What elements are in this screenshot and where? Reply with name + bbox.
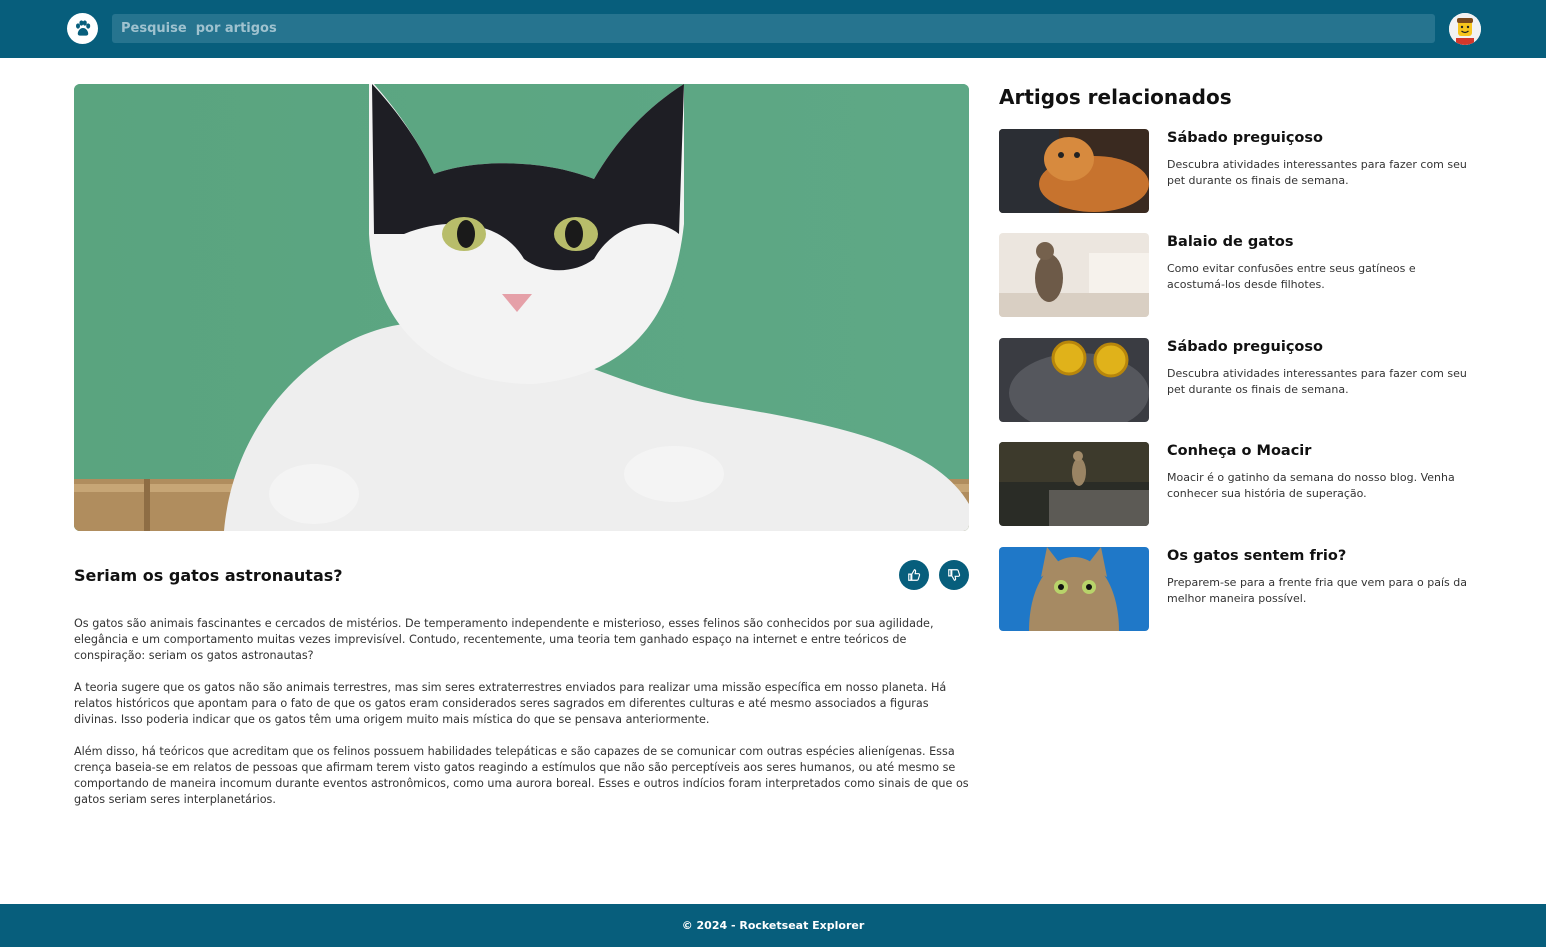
related-title: Os gatos sentem frio?: [1167, 548, 1347, 564]
related-description: Descubra atividades interessantes para f…: [1167, 367, 1467, 396]
paw-logo-icon[interactable]: [67, 13, 98, 44]
article-paragraph: Os gatos são animais fascinantes e cerca…: [74, 617, 934, 662]
related-title: Balaio de gatos: [1167, 234, 1294, 250]
article-body: Os gatos são animais fascinantes e cerca…: [74, 616, 969, 824]
related-title: Sábado preguiçoso: [1167, 130, 1323, 146]
related-description: Descubra atividades interessantes para f…: [1167, 158, 1467, 187]
related-item[interactable]: Os gatos sentem frio? Preparem-se para a…: [999, 547, 1489, 632]
footer-text: © 2024 - Rocketseat Explorer: [681, 919, 865, 932]
related-thumbnail: [999, 233, 1149, 317]
like-button[interactable]: [899, 560, 929, 590]
related-title: Sábado preguiçoso: [1167, 339, 1323, 355]
related-item[interactable]: Sábado preguiçoso Descubra atividades in…: [999, 129, 1489, 214]
article-paragraph: A teoria sugere que os gatos não são ani…: [74, 681, 947, 726]
related-heading: Artigos relacionados: [999, 85, 1232, 109]
related-item[interactable]: Balaio de gatos Como evitar confusões en…: [999, 233, 1489, 318]
article-paragraph: Além disso, há teóricos que acreditam qu…: [74, 745, 969, 806]
related-thumbnail: [999, 129, 1149, 213]
user-avatar[interactable]: [1449, 13, 1481, 45]
top-header: [0, 0, 1546, 58]
dislike-button[interactable]: [939, 560, 969, 590]
article-hero-image: [74, 84, 969, 531]
thumbs-down-icon: [948, 569, 961, 581]
related-description: Como evitar confusões entre seus gatíneo…: [1167, 262, 1416, 291]
page-footer: © 2024 - Rocketseat Explorer: [0, 904, 1546, 947]
article-title: Seriam os gatos astronautas?: [74, 566, 343, 585]
related-thumbnail: [999, 547, 1149, 631]
related-item[interactable]: Conheça o Moacir Moacir é o gatinho da s…: [999, 442, 1489, 527]
related-description: Preparem-se para a frente fria que vem p…: [1167, 576, 1467, 605]
related-item[interactable]: Sábado preguiçoso Descubra atividades in…: [999, 338, 1489, 423]
related-description: Moacir é o gatinho da semana do nosso bl…: [1167, 471, 1455, 500]
related-title: Conheça o Moacir: [1167, 443, 1312, 459]
search-input[interactable]: [112, 14, 1435, 43]
related-thumbnail: [999, 442, 1149, 526]
related-thumbnail: [999, 338, 1149, 422]
thumbs-up-icon: [908, 569, 921, 581]
